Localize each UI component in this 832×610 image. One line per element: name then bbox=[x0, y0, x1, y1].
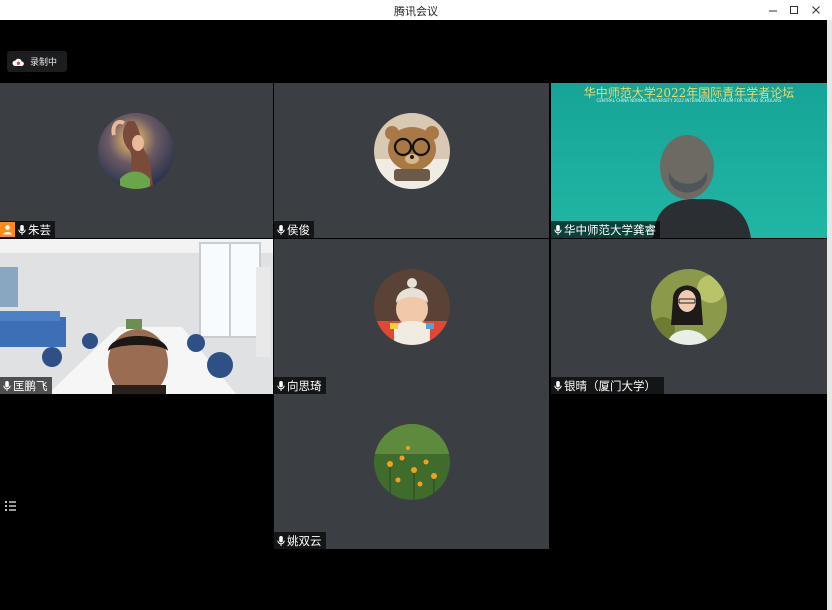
title-bar: 腾讯会议 bbox=[0, 0, 832, 20]
participant-tile[interactable]: 姚双云 bbox=[274, 394, 549, 549]
participant-nametag: 向思琦 bbox=[274, 377, 326, 394]
participant-nametag: 华中师范大学龚睿 bbox=[551, 221, 660, 238]
participant-name: 侯俊 bbox=[287, 222, 310, 237]
avatar bbox=[374, 113, 450, 189]
microphone-icon bbox=[277, 380, 285, 391]
close-button[interactable] bbox=[805, 0, 827, 20]
participant-name: 姚双云 bbox=[287, 533, 322, 548]
participant-name: 朱芸 bbox=[28, 222, 51, 237]
recording-label: 录制中 bbox=[30, 58, 58, 68]
minimize-button[interactable] bbox=[762, 0, 784, 20]
cloud-recording-icon bbox=[12, 58, 24, 66]
participant-video-tile[interactable]: 华中师范大学2022年国际青年学者论坛 CENTRAL CHINA NORMAL… bbox=[551, 83, 827, 238]
participant-nametag: 姚双云 bbox=[274, 532, 326, 549]
microphone-icon bbox=[554, 224, 562, 235]
list-icon bbox=[5, 501, 16, 511]
avatar bbox=[374, 424, 450, 500]
avatar bbox=[651, 269, 727, 345]
participant-tile[interactable]: 银晴（厦门大学） bbox=[551, 239, 827, 394]
participant-tile[interactable]: 向思琦 bbox=[274, 239, 549, 394]
participant-nametag: 匡鹏飞 bbox=[0, 377, 52, 394]
recording-badge[interactable]: 录制中 bbox=[7, 51, 67, 72]
maximize-icon bbox=[790, 6, 798, 14]
participant-video-tile[interactable]: 匡鹏飞 bbox=[0, 239, 273, 394]
participant-nametag: 侯俊 bbox=[274, 221, 314, 238]
microphone-icon bbox=[18, 224, 26, 235]
microphone-icon bbox=[3, 380, 11, 391]
participant-name: 向思琦 bbox=[287, 378, 322, 393]
microphone-icon bbox=[277, 224, 285, 235]
maximize-button[interactable] bbox=[783, 0, 805, 20]
window-title: 腾讯会议 bbox=[394, 5, 438, 18]
avatar bbox=[98, 113, 174, 189]
participant-name: 匡鹏飞 bbox=[13, 378, 48, 393]
participant-name: 华中师范大学龚睿 bbox=[564, 222, 656, 237]
video-feed bbox=[551, 83, 827, 238]
minimize-icon bbox=[769, 10, 777, 12]
avatar bbox=[374, 269, 450, 345]
microphone-icon bbox=[277, 535, 285, 546]
participant-nametag: 银晴（厦门大学） bbox=[551, 377, 664, 394]
participant-tile[interactable]: 侯俊 bbox=[274, 83, 549, 238]
banner-subtitle: CENTRAL CHINA NORMAL UNIVERSITY 2022 INT… bbox=[596, 98, 782, 103]
window-edge bbox=[827, 20, 832, 610]
microphone-icon bbox=[554, 380, 562, 391]
close-icon bbox=[812, 6, 820, 14]
host-icon bbox=[0, 222, 15, 237]
participant-nametag: 朱芸 bbox=[0, 221, 55, 238]
video-feed bbox=[0, 239, 273, 394]
participant-tile[interactable]: 朱芸 bbox=[0, 83, 273, 238]
participant-name: 银晴（厦门大学） bbox=[564, 378, 656, 393]
member-list-button[interactable] bbox=[4, 498, 18, 512]
